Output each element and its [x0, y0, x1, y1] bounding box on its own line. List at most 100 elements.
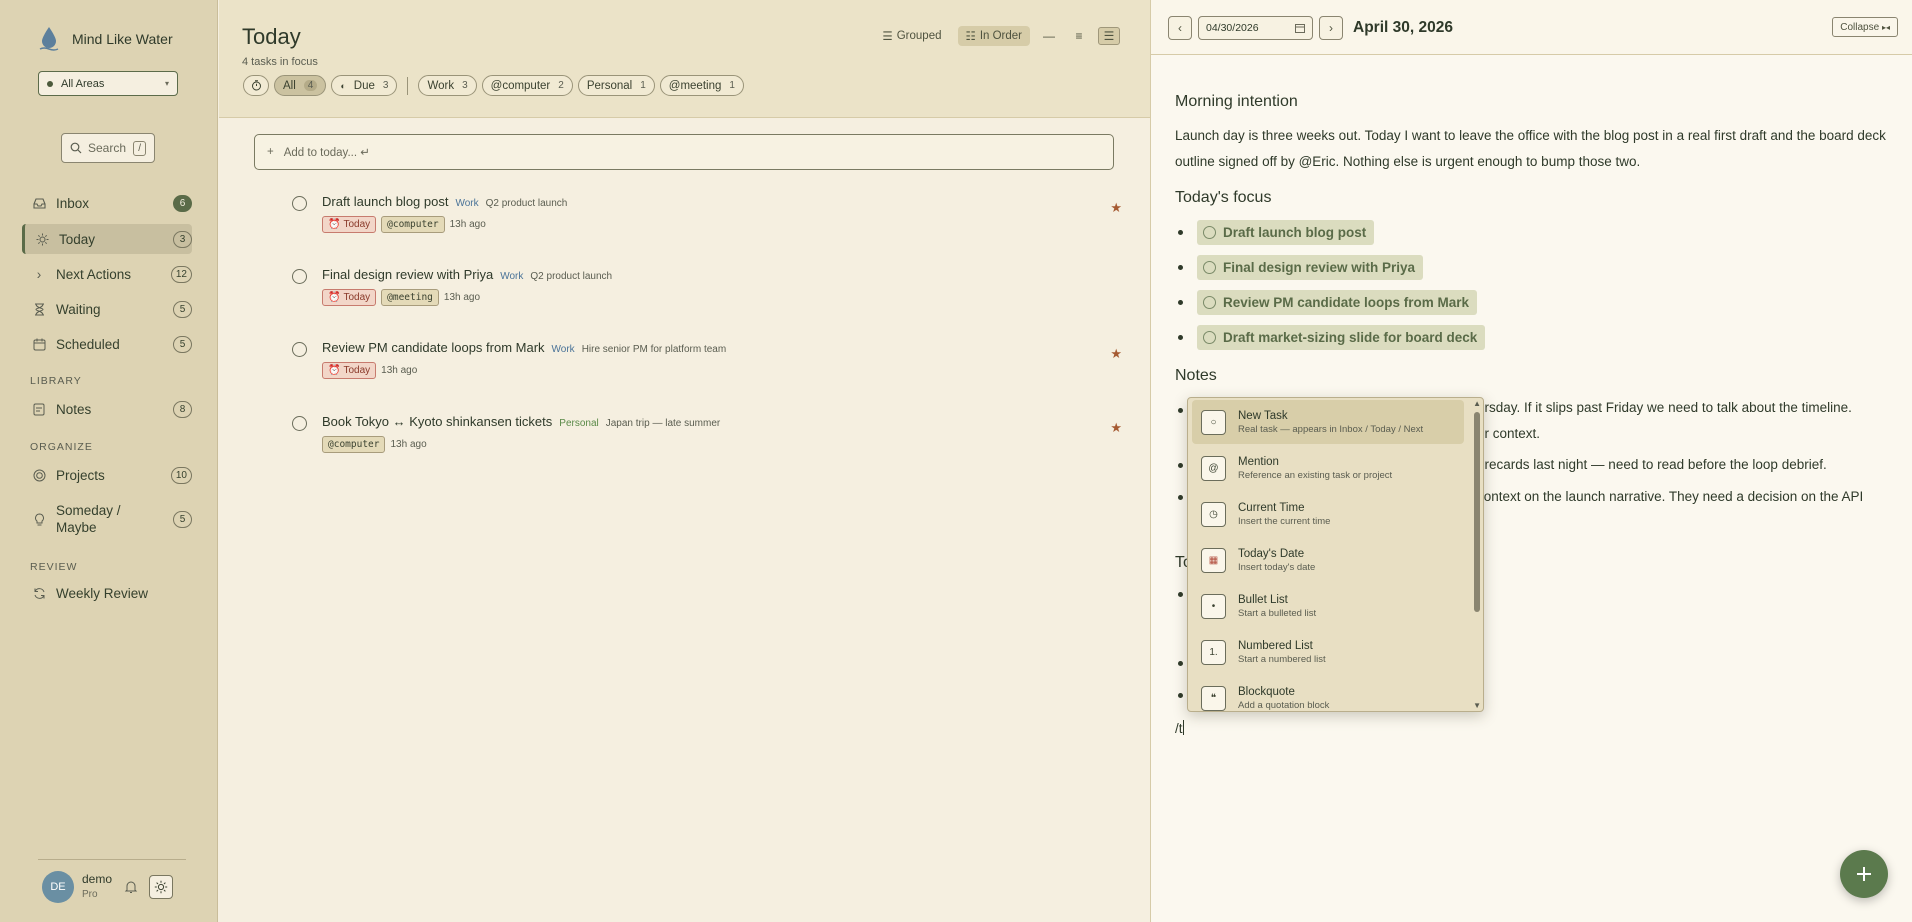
add-task-input[interactable]: + Add to today... ↵ — [254, 134, 1114, 170]
task-project: Q2 product launch — [530, 271, 613, 282]
filter-personal[interactable]: Personal 1 — [577, 75, 655, 96]
slash-command-input[interactable]: /t — [1175, 720, 1184, 736]
in-order-toggle[interactable]: ☷ In Order — [957, 26, 1030, 46]
area-select[interactable]: All Areas ▾ — [38, 71, 178, 96]
filter-divider — [407, 76, 409, 95]
task-project: Hire senior PM for platform team — [581, 344, 727, 355]
sidebar-item-weekly-review[interactable]: Weekly Review — [22, 578, 192, 608]
search-button[interactable]: Search / — [61, 133, 155, 163]
density-comfortable-button[interactable]: ☰ — [1098, 27, 1120, 45]
note-text-fragment: ursday. If it slips past Friday we need … — [1477, 400, 1852, 415]
task-mention-chip[interactable]: Final design review with Priya — [1197, 255, 1424, 280]
sidebar-item-label: Scheduled — [56, 336, 120, 352]
task-title[interactable]: Book Tokyo ↔ Kyoto shinkansen tickets — [322, 414, 552, 429]
task-line: Draft launch blog post Work Q2 product l… — [322, 194, 567, 209]
star-icon[interactable]: ★ — [1110, 420, 1122, 436]
sidebar-item-waiting[interactable]: Waiting 5 — [22, 294, 192, 324]
chevron-right-icon: › — [1329, 21, 1333, 35]
scroll-up-arrow-icon[interactable]: ▲ — [1473, 399, 1481, 408]
menu-item-blockquote[interactable]: ❝ Blockquote Add a quotation block — [1192, 676, 1464, 711]
menu-scrollbar[interactable] — [1474, 412, 1480, 612]
morning-intention-text: Launch day is three weeks out. Today I w… — [1175, 128, 1886, 169]
plus-icon: + — [267, 146, 274, 158]
task-time: 13h ago — [443, 292, 481, 303]
menu-item-title: Mention — [1238, 455, 1279, 468]
task-mention-chip[interactable]: Draft launch blog post — [1197, 220, 1375, 245]
menu-item-todays-date[interactable]: ▦ Today's Date Insert today's date — [1192, 538, 1464, 582]
morning-intention-heading: Morning intention — [1175, 93, 1298, 110]
task-title[interactable]: Draft launch blog post — [322, 194, 448, 209]
menu-item-text: Current Time Insert the current time — [1238, 502, 1330, 527]
someday-label-line2: Maybe — [56, 520, 97, 535]
date-value: 04/30/2026 — [1206, 22, 1259, 34]
task-title[interactable]: Final design review with Priya — [322, 267, 493, 282]
bullet — [1178, 463, 1183, 468]
task-mention-chip[interactable]: Draft market-sizing slide for board deck — [1197, 325, 1486, 350]
task-circle-icon — [1203, 296, 1216, 309]
sidebar-item-someday-maybe[interactable]: Someday / Maybe 5 — [22, 500, 192, 538]
menu-item-title: Bullet List — [1238, 593, 1288, 606]
today-tag-label: Today — [343, 292, 371, 303]
prev-day-button[interactable]: ‹ — [1168, 16, 1192, 40]
sidebar-item-label: Today — [59, 231, 96, 247]
menu-item-current-time[interactable]: ◷ Current Time Insert the current time — [1192, 492, 1464, 536]
review-section-heading: REVIEW — [30, 561, 78, 573]
bullet — [1178, 592, 1183, 597]
date-picker-input[interactable]: 04/30/2026 — [1198, 16, 1313, 40]
sidebar-item-scheduled[interactable]: Scheduled 5 — [22, 329, 192, 359]
density-compact-button[interactable]: — — [1038, 27, 1060, 45]
theme-toggle-button[interactable] — [149, 875, 173, 899]
filter-label: @meeting — [668, 79, 722, 92]
task-checkbox[interactable] — [292, 269, 307, 284]
sidebar-item-inbox[interactable]: Inbox 6 — [22, 188, 192, 218]
sidebar-item-notes[interactable]: Notes 8 — [22, 394, 192, 424]
menu-item-mention[interactable]: @ Mention Reference an existing task or p… — [1192, 446, 1464, 490]
user-profile[interactable]: DE demo Pro — [42, 871, 112, 903]
menu-item-title: New Task — [1238, 409, 1288, 422]
filter-due[interactable]: ◐ Due 3 — [331, 75, 398, 96]
next-day-button[interactable]: › — [1319, 16, 1343, 40]
task-checkbox[interactable] — [292, 416, 307, 431]
today-tag-label: Today — [343, 219, 371, 230]
star-icon[interactable]: ★ — [1110, 200, 1122, 216]
task-project: Q2 product launch — [485, 198, 568, 209]
projects-count-badge: 10 — [170, 466, 192, 484]
task-mention-chip[interactable]: Review PM candidate loops from Mark — [1197, 290, 1478, 315]
menu-item-bullet-list[interactable]: • Bullet List Start a bulleted list — [1192, 584, 1464, 628]
medium-lines-icon: ≡ — [1075, 29, 1083, 43]
page-subtitle: 4 tasks in focus — [242, 56, 318, 68]
task-checkbox[interactable] — [292, 342, 307, 357]
task-title[interactable]: Review PM candidate loops from Mark — [322, 340, 545, 355]
filter-all[interactable]: All 4 — [274, 75, 327, 96]
sidebar-item-label: Inbox — [56, 195, 90, 211]
filter-computer[interactable]: @computer 2 — [481, 75, 573, 96]
someday-count-badge: 5 — [173, 510, 192, 528]
task-area: Personal — [559, 418, 599, 429]
sidebar-item-today[interactable]: Today 3 — [22, 224, 192, 254]
menu-item-new-task[interactable]: ○ New Task Real task — appears in Inbox /… — [1192, 400, 1464, 444]
sidebar-item-projects[interactable]: Projects 10 — [22, 460, 192, 490]
alarm-clock-icon: ⏰ — [328, 219, 341, 230]
timer-filter-button[interactable] — [243, 75, 269, 96]
sidebar-item-label: Someday / Maybe — [56, 502, 121, 536]
task-time: 13h ago — [381, 365, 418, 376]
quick-add-button[interactable] — [1840, 850, 1888, 898]
context-tag: @computer — [322, 436, 386, 453]
menu-item-description: Reference an existing task or project — [1238, 469, 1393, 481]
collapse-button[interactable]: Collapse ▸◂ — [1832, 17, 1898, 37]
brand[interactable]: Mind Like Water — [38, 26, 173, 52]
task-checkbox[interactable] — [292, 196, 307, 211]
filter-work[interactable]: Work 3 — [418, 75, 477, 96]
grouped-toggle[interactable]: ☰ Grouped — [874, 26, 949, 46]
clock-icon: ◷ — [1201, 501, 1226, 527]
menu-item-text: Today's Date Insert today's date — [1238, 548, 1315, 573]
filter-meeting[interactable]: @meeting 1 — [659, 75, 744, 96]
filter-label: @computer — [490, 79, 551, 92]
star-icon[interactable]: ★ — [1110, 346, 1122, 362]
density-medium-button[interactable]: ≡ — [1068, 27, 1090, 45]
menu-item-numbered-list[interactable]: 1. Numbered List Start a numbered list — [1192, 630, 1464, 674]
sidebar-item-next-actions[interactable]: › Next Actions 12 — [22, 259, 192, 289]
scroll-down-arrow-icon[interactable]: ▼ — [1473, 701, 1481, 710]
filter-bar: All 4 ◐ Due 3 Work 3 @computer 2 Personal 1 @m… — [243, 75, 744, 96]
bell-icon[interactable] — [124, 880, 138, 894]
